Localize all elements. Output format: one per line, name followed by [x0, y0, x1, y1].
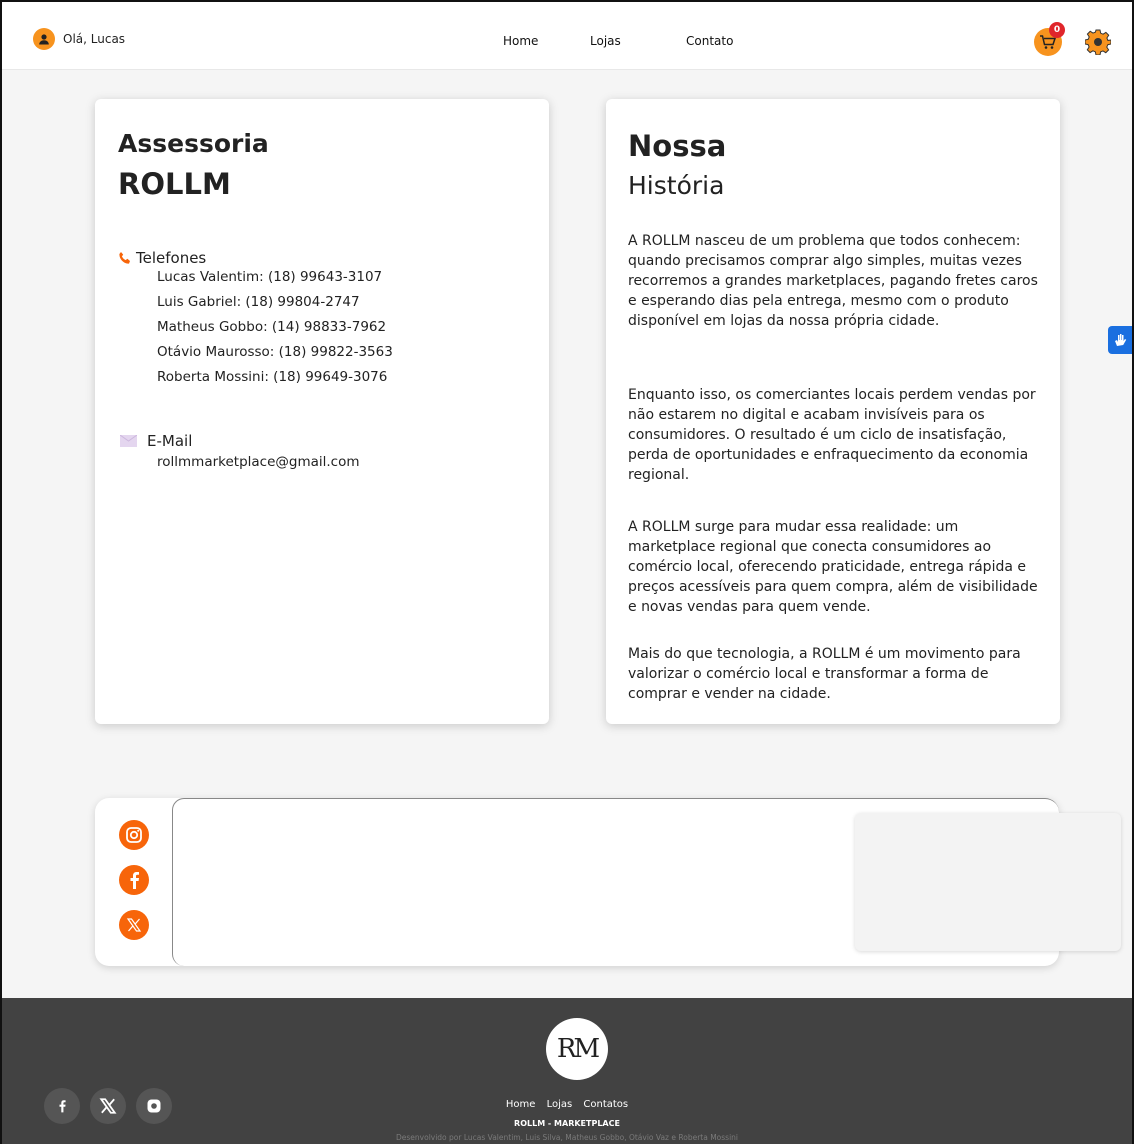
- phone-entry: Roberta Mossini: (18) 99649-3076: [157, 369, 388, 385]
- footer-nav: Home Lojas Contatos: [0, 1099, 1134, 1110]
- social-content-area: [172, 798, 1121, 966]
- assessoria-card: Assessoria ROLLM Telefones Lucas Valenti…: [95, 99, 549, 724]
- phones-heading: Telefones: [118, 249, 206, 267]
- sign-language-icon: [1115, 334, 1127, 346]
- historia-subtitle: História: [628, 171, 725, 200]
- footer-credit: Desenvolvido por Lucas Valentim, Luis Si…: [396, 1133, 738, 1142]
- instagram-button[interactable]: [119, 820, 149, 850]
- nav-lojas[interactable]: Lojas: [590, 34, 621, 48]
- email-label: E-Mail: [147, 432, 193, 450]
- facebook-icon: [130, 872, 139, 889]
- nav-contato[interactable]: Contato: [686, 34, 733, 48]
- accessibility-button[interactable]: [1108, 326, 1134, 354]
- settings-button[interactable]: [1084, 29, 1112, 56]
- footer-nav-lojas[interactable]: Lojas: [547, 1099, 573, 1110]
- top-header: Olá, Lucas Home Lojas Contato 0: [0, 0, 1134, 70]
- social-media-panel: [95, 798, 1121, 966]
- historia-paragraph: Enquanto isso, os comerciantes locais pe…: [628, 387, 1036, 483]
- envelope-icon: [120, 435, 137, 447]
- assessoria-title: Assessoria: [118, 129, 269, 158]
- footer-nav-home[interactable]: Home: [506, 1099, 536, 1110]
- embed-placeholder: [855, 813, 1121, 951]
- phone-icon: [119, 252, 130, 264]
- page-footer: RM Home Lojas Contatos ROLLM - MARKETPLA…: [0, 998, 1134, 1144]
- historia-paragraph: Mais do que tecnologia, a ROLLM é um mov…: [628, 646, 1021, 702]
- assessoria-subtitle: ROLLM: [118, 167, 231, 201]
- historia-paragraph: A ROLLM surge para mudar essa realidade:…: [628, 519, 1038, 615]
- historia-title: Nossa: [628, 129, 727, 163]
- historia-card: Nossa História A ROLLM nasceu de um prob…: [606, 99, 1060, 724]
- phone-entry: Otávio Maurosso: (18) 99822-3563: [157, 344, 393, 360]
- phone-entry: Matheus Gobbo: (14) 98833-7962: [157, 319, 387, 335]
- x-icon: [126, 918, 142, 932]
- cart-count-badge: 0: [1049, 22, 1065, 38]
- email-heading: E-Mail: [120, 432, 192, 450]
- phone-entry: Lucas Valentim: (18) 99643-3107: [157, 269, 383, 285]
- phone-entry: Luis Gabriel: (18) 99804-2747: [157, 294, 360, 310]
- phones-label: Telefones: [136, 249, 207, 267]
- x-button[interactable]: [119, 910, 149, 940]
- nav-home[interactable]: Home: [503, 34, 538, 48]
- facebook-button[interactable]: [119, 865, 149, 895]
- historia-paragraph: A ROLLM nasceu de um problema que todos …: [628, 233, 1038, 329]
- gear-icon: [1084, 29, 1112, 56]
- logo-text: RM: [556, 1034, 600, 1064]
- instagram-icon: [126, 827, 142, 843]
- main-nav: Home Lojas Contato: [0, 34, 1134, 50]
- email-address[interactable]: rollmmarketplace@gmail.com: [157, 454, 360, 470]
- footer-nav-contatos[interactable]: Contatos: [583, 1099, 628, 1110]
- rollm-logo[interactable]: RM: [546, 1018, 608, 1080]
- footer-title: ROLLM - MARKETPLACE: [514, 1119, 620, 1128]
